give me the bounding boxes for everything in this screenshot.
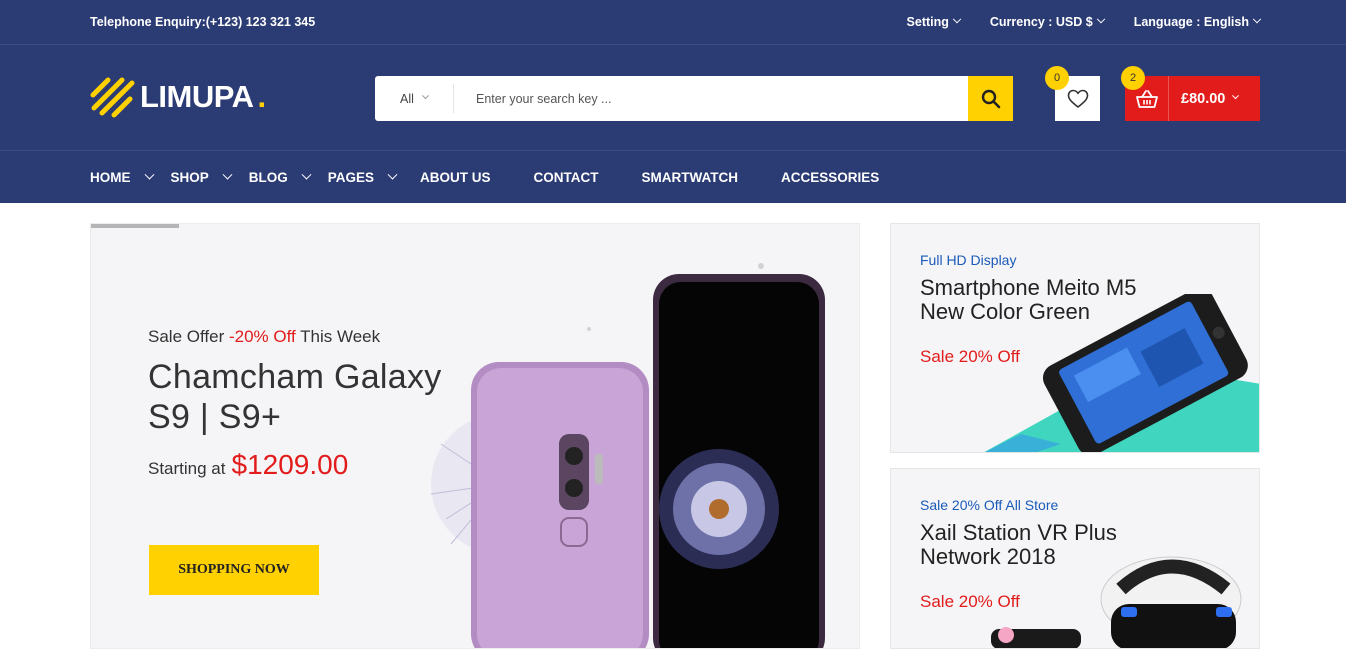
hero-offer-text: Sale Offer -20% Off This Week xyxy=(148,327,380,347)
nav-item-about-us[interactable]: ABOUT US xyxy=(420,170,491,185)
currency-dropdown[interactable]: Currency : USD $ xyxy=(989,14,1105,29)
cart-count-badge: 2 xyxy=(1121,66,1145,90)
nav-label: ACCESSORIES xyxy=(781,169,880,185)
nav-label: ABOUT US xyxy=(420,169,491,185)
side-kicker: Sale 20% Off All Store xyxy=(920,497,1059,513)
currency-label: Currency : USD $ xyxy=(989,15,1093,29)
search-category-select[interactable]: All xyxy=(375,84,454,113)
setting-label: Setting xyxy=(906,15,949,29)
search-bar: All xyxy=(375,76,1013,121)
chevron-down-icon xyxy=(421,92,429,100)
setting-dropdown[interactable]: Setting xyxy=(906,14,962,29)
cart-button[interactable]: £80.00 xyxy=(1125,76,1260,121)
main-nav: HOME SHOP BLOG PAGES ABOUT US CONTACT SM… xyxy=(0,151,1346,203)
basket-icon xyxy=(1135,89,1158,108)
logo-dot: . xyxy=(257,79,267,114)
side-banner-vr[interactable]: Sale 20% Off All Store Xail Station VR P… xyxy=(890,468,1260,649)
nav-item-shop[interactable]: SHOP xyxy=(170,169,233,185)
cart-total: £80.00 xyxy=(1181,90,1240,107)
nav-item-home[interactable]: HOME xyxy=(90,169,154,185)
hero-slider[interactable]: Sale Offer -20% Off This Week Chamcham G… xyxy=(90,223,860,649)
wishlist-count-badge: 0 xyxy=(1045,66,1069,90)
heart-icon xyxy=(1067,89,1088,108)
chevron-down-icon xyxy=(1252,14,1262,24)
side-sale: Sale 20% Off xyxy=(920,592,1020,611)
cart-total-label: £80.00 xyxy=(1181,90,1226,107)
top-links: Setting Currency : USD $ Language : Engl… xyxy=(906,14,1262,29)
logo-wordmark: LIMUPA xyxy=(140,79,254,114)
side-banner-smartphone[interactable]: Full HD Display Smartphone Meito M5 New … xyxy=(890,223,1260,453)
nav-label: CONTACT xyxy=(533,169,599,185)
price-prefix: Starting at xyxy=(148,459,226,478)
chevron-down-icon xyxy=(387,169,398,180)
search-input[interactable] xyxy=(454,76,968,121)
side-title: Xail Station VR Plus Network 2018 xyxy=(920,520,1117,569)
chevron-down-icon xyxy=(1096,14,1105,24)
top-bar: Telephone Enquiry:(+123) 123 321 345 Set… xyxy=(0,0,1346,45)
chevron-down-icon xyxy=(144,169,154,180)
side-sale: Sale 20% Off xyxy=(920,347,1020,366)
offer-highlight: -20% Off xyxy=(228,327,296,346)
chevron-down-icon xyxy=(301,169,312,180)
nav-label: SMARTWATCH xyxy=(641,169,739,185)
search-category-label: All xyxy=(400,91,414,106)
chevron-down-icon xyxy=(952,14,962,24)
logo-stripes-icon xyxy=(90,77,135,118)
header: LIMUPA. All 0 xyxy=(0,45,1346,151)
offer-prefix: Sale Offer xyxy=(148,327,229,346)
nav-item-smartwatch[interactable]: SMARTWATCH xyxy=(642,170,738,185)
search-button[interactable] xyxy=(968,76,1013,121)
offer-suffix: This Week xyxy=(295,327,381,346)
nav-items: HOME SHOP BLOG PAGES ABOUT US CONTACT SM… xyxy=(90,151,879,203)
nav-label: HOME xyxy=(90,169,131,185)
hero-price: $1209.00 xyxy=(231,449,349,480)
chevron-down-icon xyxy=(222,169,233,180)
hero-title: Chamcham Galaxy S9 | S9+ xyxy=(148,358,442,436)
nav-label: BLOG xyxy=(248,169,288,185)
search-icon xyxy=(981,89,1000,108)
language-label: Language : English xyxy=(1133,15,1249,29)
nav-item-accessories[interactable]: ACCESSORIES xyxy=(781,170,879,185)
telephone-enquiry: Telephone Enquiry:(+123) 123 321 345 xyxy=(90,15,316,29)
chevron-down-icon xyxy=(1232,92,1240,100)
nav-item-contact[interactable]: CONTACT xyxy=(534,170,599,185)
nav-label: SHOP xyxy=(170,169,209,185)
nav-item-pages[interactable]: PAGES xyxy=(327,169,398,185)
language-dropdown[interactable]: Language : English xyxy=(1133,14,1262,29)
logo[interactable]: LIMUPA. xyxy=(90,75,266,119)
nav-item-blog[interactable]: BLOG xyxy=(248,169,312,185)
hero-price-line: Starting at $1209.00 xyxy=(148,449,348,481)
nav-label: PAGES xyxy=(327,169,375,185)
side-kicker: Full HD Display xyxy=(920,252,1017,268)
shopping-now-button[interactable]: SHOPPING NOW xyxy=(149,545,319,595)
side-title: Smartphone Meito M5 New Color Green xyxy=(920,275,1137,324)
slider-progress-bar xyxy=(91,224,179,228)
